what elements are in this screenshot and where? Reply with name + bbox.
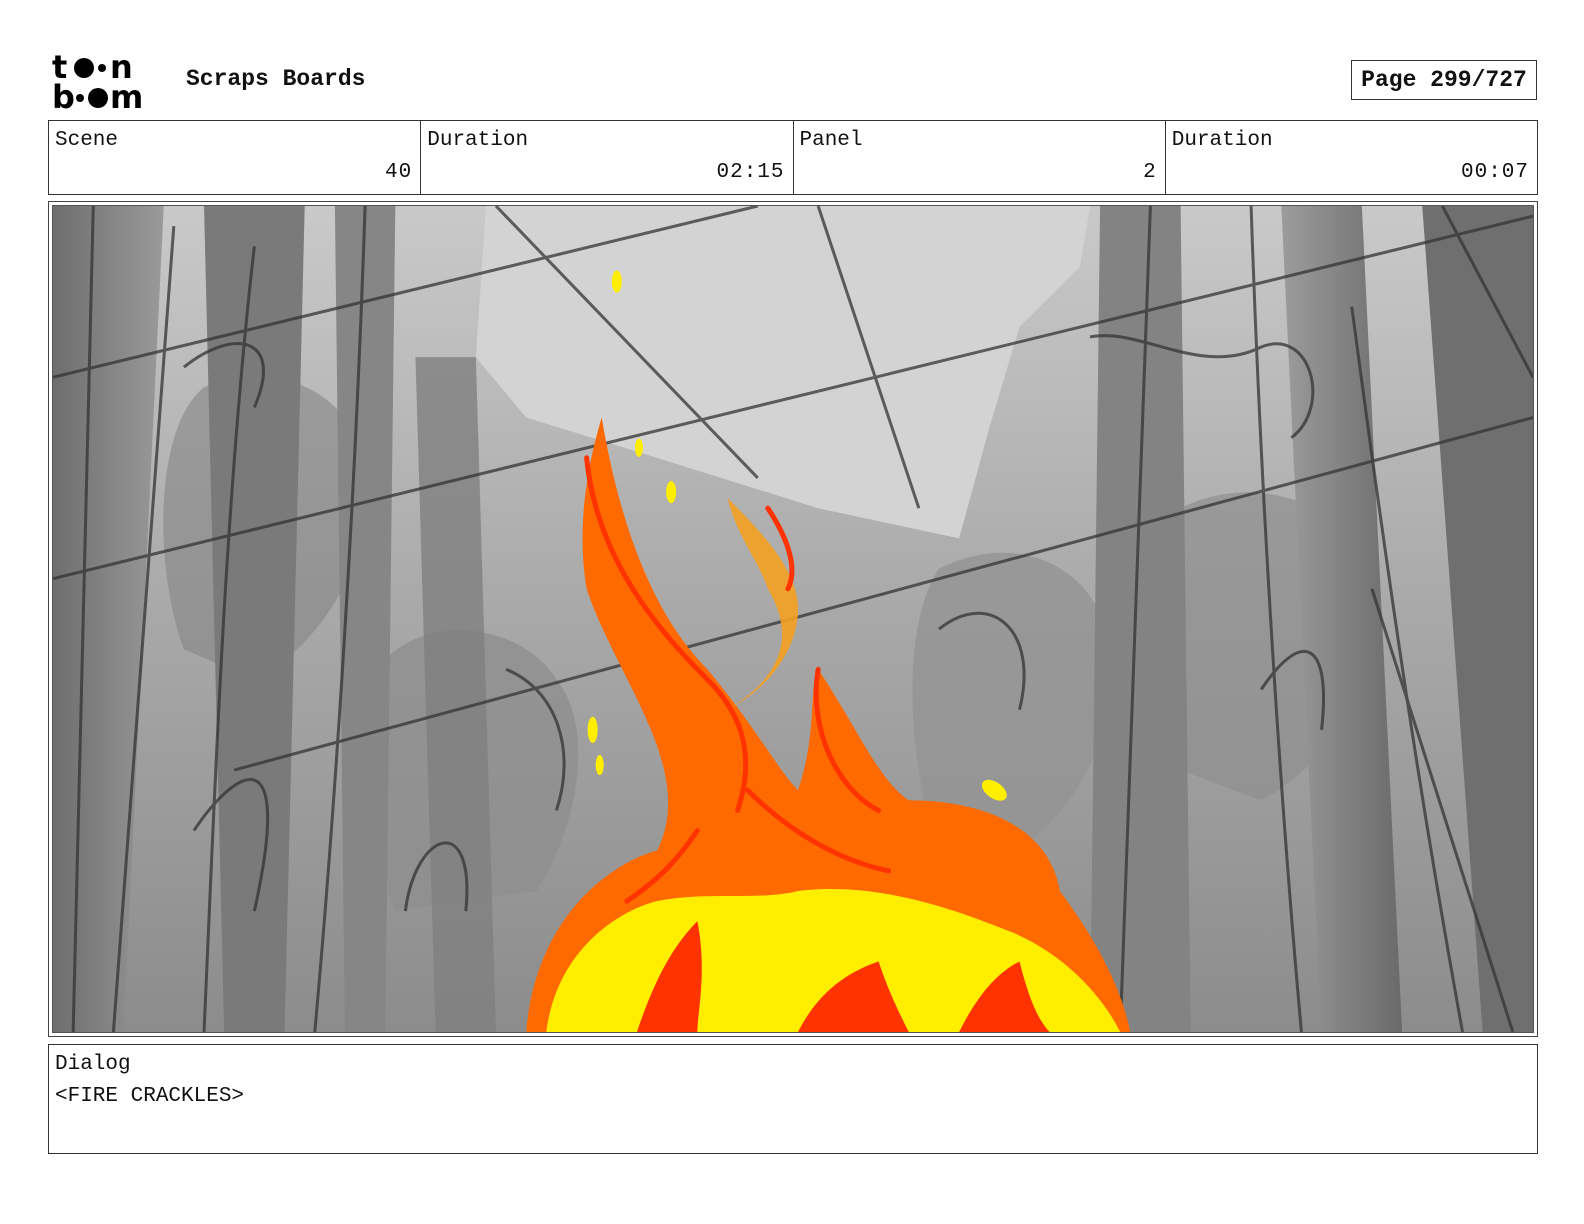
dialog-label: Dialog bbox=[55, 1053, 131, 1076]
panel-value: 2 bbox=[1143, 161, 1157, 184]
panel-cell: Panel 2 bbox=[794, 121, 1166, 194]
panel-label: Panel bbox=[799, 129, 863, 152]
panel-duration-value: 00:07 bbox=[1460, 161, 1529, 184]
page-indicator: Page 299/727 bbox=[1351, 60, 1537, 100]
scene-label: Scene bbox=[55, 129, 119, 152]
dialog-text: <FIRE CRACKLES> bbox=[55, 1085, 245, 1108]
panel-duration-cell: Duration 00:07 bbox=[1166, 121, 1537, 194]
svg-text:b: b bbox=[52, 78, 75, 112]
toon-boom-logo: t n b m bbox=[52, 50, 164, 112]
scene-duration-value: 02:15 bbox=[716, 161, 785, 184]
dialog-box: Dialog <FIRE CRACKLES> bbox=[48, 1044, 1538, 1154]
app-title: Scraps Boards bbox=[186, 66, 366, 92]
panel-info-row: Scene 40 Duration 02:15 Panel 2 Duration… bbox=[48, 120, 1538, 195]
svg-text:m: m bbox=[110, 78, 143, 112]
fire-sketch-illustration bbox=[53, 206, 1533, 1032]
scene-value: 40 bbox=[385, 161, 413, 184]
scene-cell: Scene 40 bbox=[49, 121, 422, 194]
panel-artwork bbox=[52, 205, 1534, 1033]
panel-duration-label: Duration bbox=[1171, 129, 1273, 152]
storyboard-panel bbox=[48, 201, 1538, 1037]
scene-duration-label: Duration bbox=[427, 129, 529, 152]
logo-mark: t n b m bbox=[52, 50, 143, 112]
scene-duration-cell: Duration 02:15 bbox=[421, 121, 794, 194]
